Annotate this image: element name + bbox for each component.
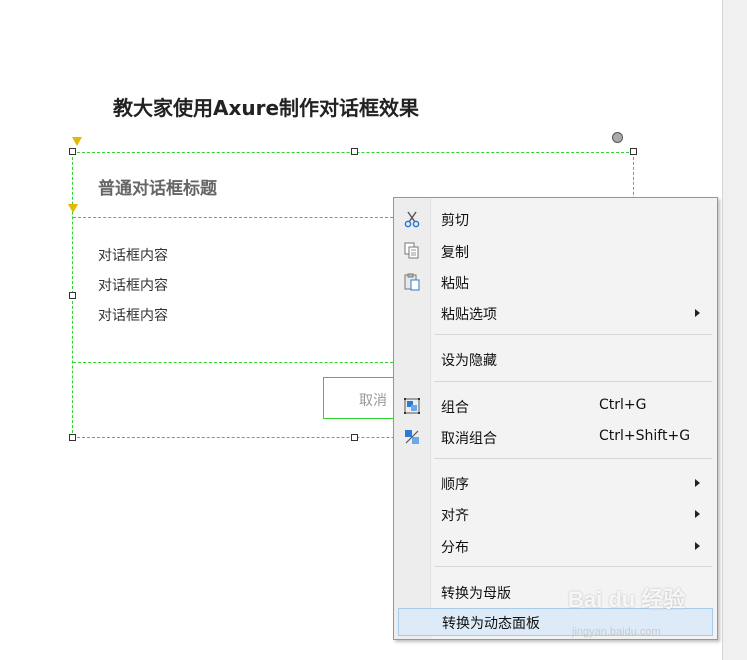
- resize-handle-s[interactable]: [351, 434, 358, 441]
- menu-item-shortcut: Ctrl+Shift+G: [599, 428, 691, 444]
- menu-item-label: 粘贴选项: [441, 307, 497, 323]
- resize-handle-n[interactable]: [351, 148, 358, 155]
- menu-item-label: 转换为母版: [441, 586, 511, 602]
- resize-handle-nw[interactable]: [69, 148, 76, 155]
- menu-item-label: 转换为动态面板: [442, 616, 540, 632]
- context-menu: 剪切 复制 粘贴 粘贴选项 设为隐藏 组合 Ctrl+G 取消组合 Ctrl+S…: [393, 197, 718, 640]
- cancel-button[interactable]: 取消: [323, 377, 403, 419]
- menu-item-label: 复制: [441, 245, 469, 261]
- menu-item-ungroup[interactable]: 取消组合 Ctrl+Shift+G: [394, 423, 717, 451]
- menu-item-order[interactable]: 顺序: [394, 469, 717, 497]
- submenu-arrow-icon: [695, 309, 700, 317]
- menu-item-label: 粘贴: [441, 276, 469, 292]
- menu-item-label: 对齐: [441, 508, 469, 524]
- baidu-watermark-logo: Bai du 经验: [568, 587, 686, 612]
- submenu-arrow-icon: [695, 479, 700, 487]
- menu-item-label: 取消组合: [441, 431, 497, 447]
- canvas-right-edge: [722, 0, 747, 660]
- page-title: 教大家使用Axure制作对话框效果: [113, 96, 420, 120]
- menu-separator: [434, 458, 712, 459]
- menu-item-paste[interactable]: 粘贴: [394, 268, 717, 296]
- menu-item-label: 剪切: [441, 213, 469, 229]
- menu-item-label: 分布: [441, 540, 469, 556]
- menu-item-group[interactable]: 组合 Ctrl+G: [394, 392, 717, 420]
- group-icon: [403, 397, 421, 415]
- menu-item-distribute[interactable]: 分布: [394, 532, 717, 560]
- dialog-content-line: 对话框内容: [98, 248, 168, 264]
- menu-item-cut[interactable]: 剪切: [394, 205, 717, 233]
- dialog-content-line: 对话框内容: [98, 278, 168, 294]
- menu-item-shortcut: Ctrl+G: [599, 397, 647, 413]
- menu-separator: [434, 566, 712, 567]
- menu-item-set-hidden[interactable]: 设为隐藏: [394, 345, 717, 373]
- resize-handle-w[interactable]: [69, 292, 76, 299]
- menu-item-label: 顺序: [441, 477, 469, 493]
- dialog-content-line: 对话框内容: [98, 308, 168, 324]
- dialog-title[interactable]: 普通对话框标题: [98, 174, 217, 199]
- scissors-icon: [403, 210, 421, 228]
- copy-icon: [403, 242, 421, 260]
- menu-separator: [434, 334, 712, 335]
- menu-separator: [434, 381, 712, 382]
- ungroup-icon: [403, 428, 421, 446]
- menu-item-label: 设为隐藏: [441, 353, 497, 369]
- anchor-marker-top[interactable]: [72, 137, 82, 146]
- resize-handle-sw[interactable]: [69, 434, 76, 441]
- anchor-marker-inner[interactable]: [68, 204, 78, 213]
- rotate-handle[interactable]: [612, 132, 623, 143]
- menu-item-align[interactable]: 对齐: [394, 500, 717, 528]
- resize-handle-ne[interactable]: [630, 148, 637, 155]
- menu-item-paste-options[interactable]: 粘贴选项: [394, 299, 717, 327]
- baidu-watermark-url: jingyan.baidu.com: [572, 626, 661, 638]
- submenu-arrow-icon: [695, 542, 700, 550]
- submenu-arrow-icon: [695, 510, 700, 518]
- menu-item-label: 组合: [441, 400, 469, 416]
- paste-icon: [403, 273, 421, 291]
- menu-item-copy[interactable]: 复制: [394, 237, 717, 265]
